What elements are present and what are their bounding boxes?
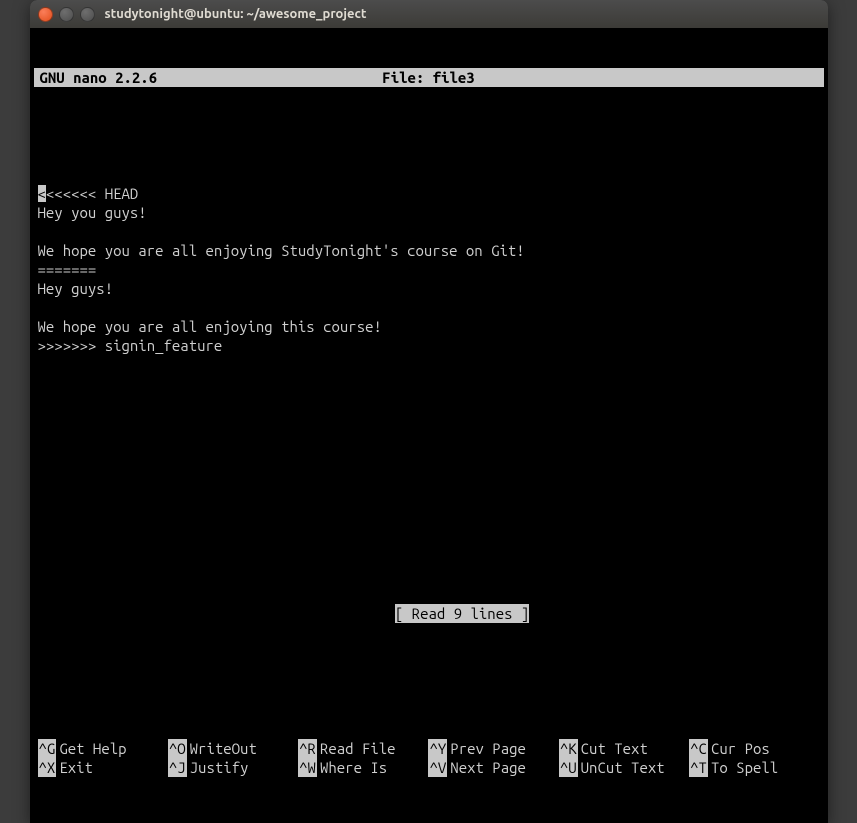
editor-line xyxy=(38,222,820,241)
cursor: < xyxy=(38,185,46,202)
shortcut-desc: Justify xyxy=(190,758,249,777)
window-title: studytonight@ubuntu: ~/awesome_project xyxy=(105,7,367,21)
shortcut-to-spell: ^TTo Spell xyxy=(689,758,819,777)
shortcut-key: ^K xyxy=(559,739,578,758)
shortcut-get-help: ^GGet Help xyxy=(38,739,168,758)
shortcut-key: ^O xyxy=(168,739,187,758)
editor-line: We hope you are all enjoying this course… xyxy=(38,317,820,336)
shortcut-writeout: ^OWriteOut xyxy=(168,739,298,758)
nano-titlebar: GNU nano 2.2.6 File: file3 xyxy=(34,68,824,87)
editor-line xyxy=(38,298,820,317)
shortcut-key: ^X xyxy=(38,758,57,777)
editor-body[interactable]: <<<<<<< HEADHey you guys! We hope you are… xyxy=(34,144,824,682)
shortcut-bar: ^GGet Help ^OWriteOut ^RRead File ^YPrev… xyxy=(34,739,824,781)
editor-line: Hey you guys! xyxy=(38,203,820,222)
shortcut-justify: ^JJustify xyxy=(168,758,298,777)
nano-app-name: GNU nano 2.2.6 xyxy=(40,68,158,87)
shortcut-uncut-text: ^UUnCut Text xyxy=(559,758,689,777)
terminal-window: studytonight@ubuntu: ~/awesome_project G… xyxy=(30,0,828,823)
maximize-icon[interactable] xyxy=(80,7,95,22)
terminal-area[interactable]: GNU nano 2.2.6 File: file3 <<<<<<< HEADH… xyxy=(30,28,828,823)
window-controls xyxy=(38,7,95,22)
window-titlebar: studytonight@ubuntu: ~/awesome_project xyxy=(30,0,828,28)
shortcut-exit: ^XExit xyxy=(38,758,168,777)
status-badge: [ Read 9 lines ] xyxy=(395,604,529,623)
shortcut-key: ^U xyxy=(559,758,578,777)
editor-line: We hope you are all enjoying StudyTonigh… xyxy=(38,241,820,260)
shortcut-next-page: ^VNext Page xyxy=(428,758,558,777)
shortcut-key: ^C xyxy=(689,739,708,758)
shortcut-desc: Exit xyxy=(59,758,93,777)
editor-line: ======= xyxy=(38,260,820,279)
shortcut-desc: WriteOut xyxy=(190,739,257,758)
shortcut-key: ^G xyxy=(38,739,57,758)
close-icon[interactable] xyxy=(38,7,53,22)
shortcut-key: ^V xyxy=(428,758,447,777)
shortcut-key: ^R xyxy=(298,739,317,758)
shortcut-key: ^Y xyxy=(428,739,447,758)
shortcut-desc: Get Help xyxy=(59,739,126,758)
shortcut-key: ^T xyxy=(689,758,708,777)
shortcut-desc: Read File xyxy=(320,739,396,758)
editor-line: >>>>>>> signin_feature xyxy=(38,336,820,355)
editor-line: Hey guys! xyxy=(38,279,820,298)
shortcut-desc: To Spell xyxy=(711,758,778,777)
shortcut-desc: UnCut Text xyxy=(581,758,665,777)
shortcut-prev-page: ^YPrev Page xyxy=(428,739,558,758)
shortcut-where-is: ^WWhere Is xyxy=(298,758,428,777)
shortcut-desc: Cut Text xyxy=(581,739,648,758)
status-line: [ Read 9 lines ] xyxy=(38,585,820,642)
shortcut-desc: Prev Page xyxy=(450,739,526,758)
shortcut-key: ^W xyxy=(298,758,317,777)
minimize-icon[interactable] xyxy=(59,7,74,22)
nano-file-label: File: file3 xyxy=(382,68,474,87)
editor-line: <<<<<< HEAD xyxy=(46,185,138,202)
shortcut-read-file: ^RRead File xyxy=(298,739,428,758)
shortcut-key: ^J xyxy=(168,758,187,777)
shortcut-desc: Cur Pos xyxy=(711,739,770,758)
shortcut-cur-pos: ^CCur Pos xyxy=(689,739,819,758)
shortcut-desc: Where Is xyxy=(320,758,387,777)
shortcut-desc: Next Page xyxy=(450,758,526,777)
shortcut-cut-text: ^KCut Text xyxy=(559,739,689,758)
